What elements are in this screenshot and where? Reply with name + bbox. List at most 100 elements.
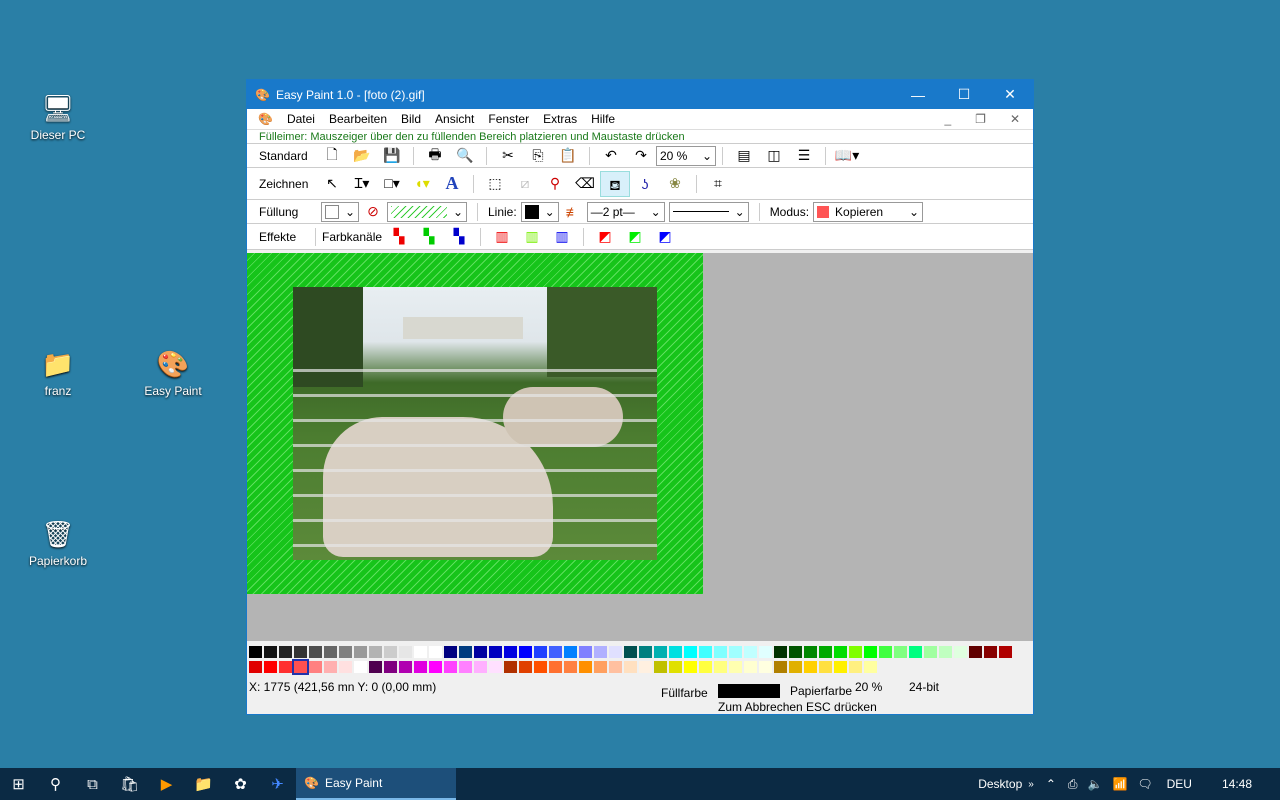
fill-color-select[interactable]: ⌄ (321, 201, 359, 222)
palette-swatch[interactable] (504, 661, 517, 673)
menu-datei[interactable]: Datei (280, 112, 322, 126)
palette-swatch[interactable] (279, 646, 292, 658)
menu-bild[interactable]: Bild (394, 112, 428, 126)
paste-icon[interactable]: 📋 (553, 147, 583, 164)
desktop-toolbar[interactable]: Desktop (978, 777, 1022, 791)
palette-swatch[interactable] (864, 661, 877, 673)
select-rect-icon[interactable]: ⬚ (480, 175, 510, 192)
green-channel-icon[interactable]: ▚ (414, 228, 444, 245)
cut-icon[interactable]: ✂ (493, 147, 523, 164)
palette-swatch[interactable] (774, 646, 787, 658)
palette-swatch[interactable] (354, 661, 367, 673)
palette-swatch[interactable] (504, 646, 517, 658)
palette-swatch[interactable] (444, 661, 457, 673)
media-player-icon[interactable]: ▶ (148, 775, 185, 793)
palette-swatch[interactable] (939, 646, 952, 658)
palette-swatch[interactable] (489, 661, 502, 673)
palette-swatch[interactable] (924, 646, 937, 658)
clone-icon[interactable]: ❀ (660, 175, 690, 192)
menu-ansicht[interactable]: Ansicht (428, 112, 481, 126)
eraser-icon[interactable]: ⌫ (570, 175, 600, 192)
palette-swatch[interactable] (594, 661, 607, 673)
palette-swatch[interactable] (789, 646, 802, 658)
volume-icon[interactable]: 🔈 (1087, 777, 1102, 791)
eyedropper-icon[interactable]: ⚲ (540, 175, 570, 192)
palette-swatch[interactable] (339, 646, 352, 658)
cascade-windows-icon[interactable]: ▤ (729, 147, 759, 164)
print-icon[interactable]: 🖶 (420, 144, 450, 168)
palette-swatch[interactable] (459, 646, 472, 658)
palette-swatch[interactable] (459, 661, 472, 673)
palette-swatch[interactable] (639, 661, 652, 673)
palette-swatch[interactable] (564, 646, 577, 658)
select-disabled-icon[interactable]: ⧄ (510, 175, 540, 192)
start-button[interactable]: ⊞ (0, 775, 37, 793)
palette-swatch[interactable] (804, 661, 817, 673)
palette-swatch[interactable] (684, 661, 697, 673)
palette-swatch[interactable] (429, 646, 442, 658)
palette-swatch[interactable] (489, 646, 502, 658)
palette-swatch[interactable] (564, 661, 577, 673)
minimize-button[interactable]: — (895, 87, 941, 103)
palette-swatch[interactable] (264, 646, 277, 658)
palette-swatch[interactable] (624, 646, 637, 658)
maximize-button[interactable]: ☐ (941, 86, 987, 103)
desktop-icon-dieser-pc[interactable]: 🖥 Dieser PC (18, 92, 98, 143)
palette-swatch[interactable] (384, 646, 397, 658)
clock[interactable]: 14:48 (1222, 777, 1252, 791)
palette-swatch[interactable] (654, 646, 667, 658)
palette-swatch[interactable] (699, 646, 712, 658)
palette-swatch[interactable] (819, 646, 832, 658)
mode-select[interactable]: Kopieren ⌄ (813, 201, 924, 222)
palette-swatch[interactable] (249, 661, 262, 673)
no-fill-icon[interactable]: ⊘ (363, 203, 383, 220)
palette-swatch[interactable] (714, 661, 727, 673)
usb-icon[interactable]: ⎙ (1068, 777, 1078, 792)
palette-swatch[interactable] (534, 661, 547, 673)
doc-minimize-button[interactable]: _ (937, 112, 958, 126)
palette-swatch[interactable] (999, 646, 1012, 658)
desktop-icon-franz[interactable]: 📁 franz (18, 348, 98, 399)
fill-pattern-select[interactable]: ⌄ (387, 201, 467, 222)
text-tool-icon[interactable]: A (437, 173, 467, 194)
book-icon[interactable]: 📖▾ (832, 147, 862, 164)
redo-icon[interactable]: ↷ (626, 147, 656, 164)
undo-icon[interactable]: ↶ (596, 147, 626, 164)
palette-swatch[interactable] (399, 661, 412, 673)
remove-blue-icon[interactable]: ◩ (650, 228, 680, 245)
palette-swatch[interactable] (834, 646, 847, 658)
palette-swatch[interactable] (879, 646, 892, 658)
app-icon-3[interactable]: ✈ (259, 775, 296, 793)
line-width-select[interactable]: —2 pt— ⌄ (586, 201, 665, 222)
line-color-select[interactable]: ⌄ (520, 201, 559, 222)
tile-horizontal-icon[interactable]: ☰ (789, 147, 819, 164)
green-mix-icon[interactable]: ▥ (517, 228, 547, 245)
palette-swatch[interactable] (579, 661, 592, 673)
palette-swatch[interactable] (894, 646, 907, 658)
palette-swatch[interactable] (279, 661, 292, 673)
palette-swatch[interactable] (804, 646, 817, 658)
palette-swatch[interactable] (834, 661, 847, 673)
text-cursor-icon[interactable]: Ɪ▾ (347, 174, 377, 193)
palette-swatch[interactable] (639, 646, 652, 658)
line-none-icon[interactable]: ≢ (563, 204, 583, 220)
chevron-up-icon[interactable]: ⌃ (1046, 777, 1056, 791)
shape-icon[interactable]: ◖▾ (407, 175, 437, 192)
doc-restore-button[interactable]: ❐ (968, 112, 993, 126)
blue-channel-icon[interactable]: ▚ (444, 228, 474, 245)
palette-swatch[interactable] (849, 646, 862, 658)
open-folder-icon[interactable]: 📂 (347, 147, 377, 164)
menu-extras[interactable]: Extras (536, 112, 584, 126)
palette-swatch[interactable] (292, 659, 309, 675)
palette-swatch[interactable] (369, 661, 382, 673)
palette-swatch[interactable] (414, 646, 427, 658)
toolbar-expand-icon[interactable]: » (1028, 779, 1034, 790)
menu-fenster[interactable]: Fenster (481, 112, 536, 126)
palette-swatch[interactable] (429, 661, 442, 673)
task-view-icon[interactable]: ⧉ (74, 776, 111, 793)
palette-swatch[interactable] (954, 646, 967, 658)
palette-swatch[interactable] (669, 661, 682, 673)
palette-swatch[interactable] (969, 646, 982, 658)
new-file-icon[interactable]: 🗋 (317, 144, 347, 168)
desktop-icon-papierkorb[interactable]: 🗑 Papierkorb (18, 518, 98, 569)
